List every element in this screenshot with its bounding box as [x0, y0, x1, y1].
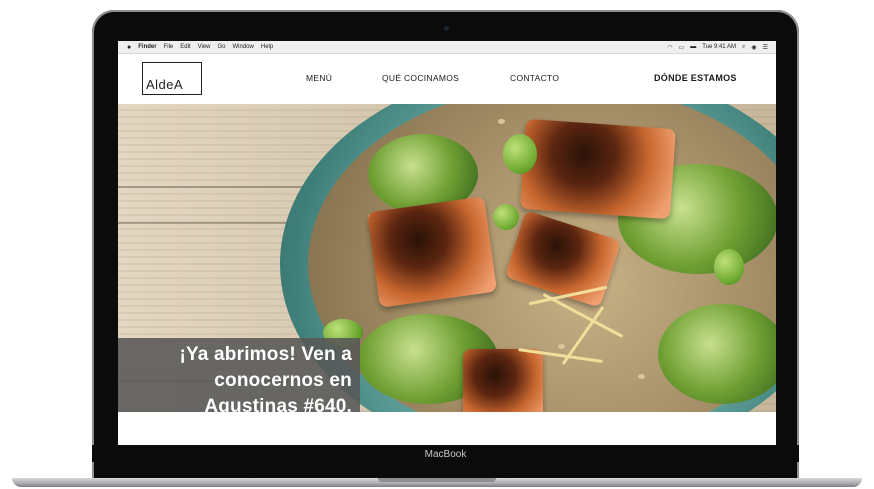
cloth-stripe [118, 186, 328, 188]
menubar-item-window[interactable]: Window [233, 44, 254, 50]
apple-logo-icon[interactable]: ● [127, 44, 131, 51]
nav-item-que-cocinamos[interactable]: QUÉ COCINAMOS [382, 73, 459, 83]
laptop-notch [378, 478, 496, 482]
macbook-label: MacBook [424, 449, 467, 460]
menubar-item-view[interactable]: View [198, 44, 211, 50]
camera-icon [444, 26, 449, 31]
hero-banner-line-2: conocernos en [214, 370, 352, 391]
edamame [503, 134, 537, 174]
hero-banner-line-3: Agustinas #640. [204, 396, 352, 412]
siri-icon[interactable]: ◉ [751, 44, 756, 51]
menubar-item-go[interactable]: Go [218, 44, 226, 50]
wifi-icon[interactable]: ◠ [667, 44, 672, 51]
edamame [493, 204, 519, 230]
hero-image: ¡Ya abrimos! Ven a conocernos en Agustin… [118, 104, 776, 412]
notification-list-icon[interactable]: ☰ [763, 44, 768, 51]
menubar-item-finder[interactable]: Finder [138, 44, 156, 50]
salmon-piece [366, 196, 498, 308]
menubar-item-edit[interactable]: Edit [180, 44, 190, 50]
clock[interactable]: Tue 9:41 AM [702, 44, 736, 50]
salmon-piece [463, 349, 543, 412]
salmon-piece [520, 118, 676, 220]
edamame [714, 249, 744, 285]
screen: ● Finder File Edit View Go Window Help ◠… [118, 41, 776, 445]
nav-item-donde-estamos[interactable]: DÓNDE ESTAMOS [654, 73, 737, 83]
logo[interactable]: AldeA [142, 62, 202, 95]
airplay-icon[interactable]: ▭ [679, 44, 685, 51]
rice-grain [638, 374, 645, 379]
menubar-item-help[interactable]: Help [261, 44, 273, 50]
bok-choy [658, 304, 776, 404]
hero-banner-line-1: ¡Ya abrimos! Ven a [179, 344, 352, 365]
search-icon[interactable]: ⌕ [742, 44, 745, 51]
nav-item-contacto[interactable]: CONTACTO [510, 73, 559, 83]
battery-icon[interactable]: ▬ [690, 44, 696, 50]
nav-item-menu[interactable]: MENÚ [306, 73, 332, 83]
hero-banner: ¡Ya abrimos! Ven a conocernos en Agustin… [118, 338, 360, 412]
menubar-item-file[interactable]: File [164, 44, 174, 50]
mac-menubar: ● Finder File Edit View Go Window Help ◠… [118, 41, 776, 54]
logo-text: AldeA [146, 77, 184, 92]
rice-grain [558, 344, 565, 349]
site-header: AldeA MENÚ QUÉ COCINAMOS CONTACTO DÓNDE … [118, 54, 776, 104]
rice-grain [498, 119, 505, 124]
